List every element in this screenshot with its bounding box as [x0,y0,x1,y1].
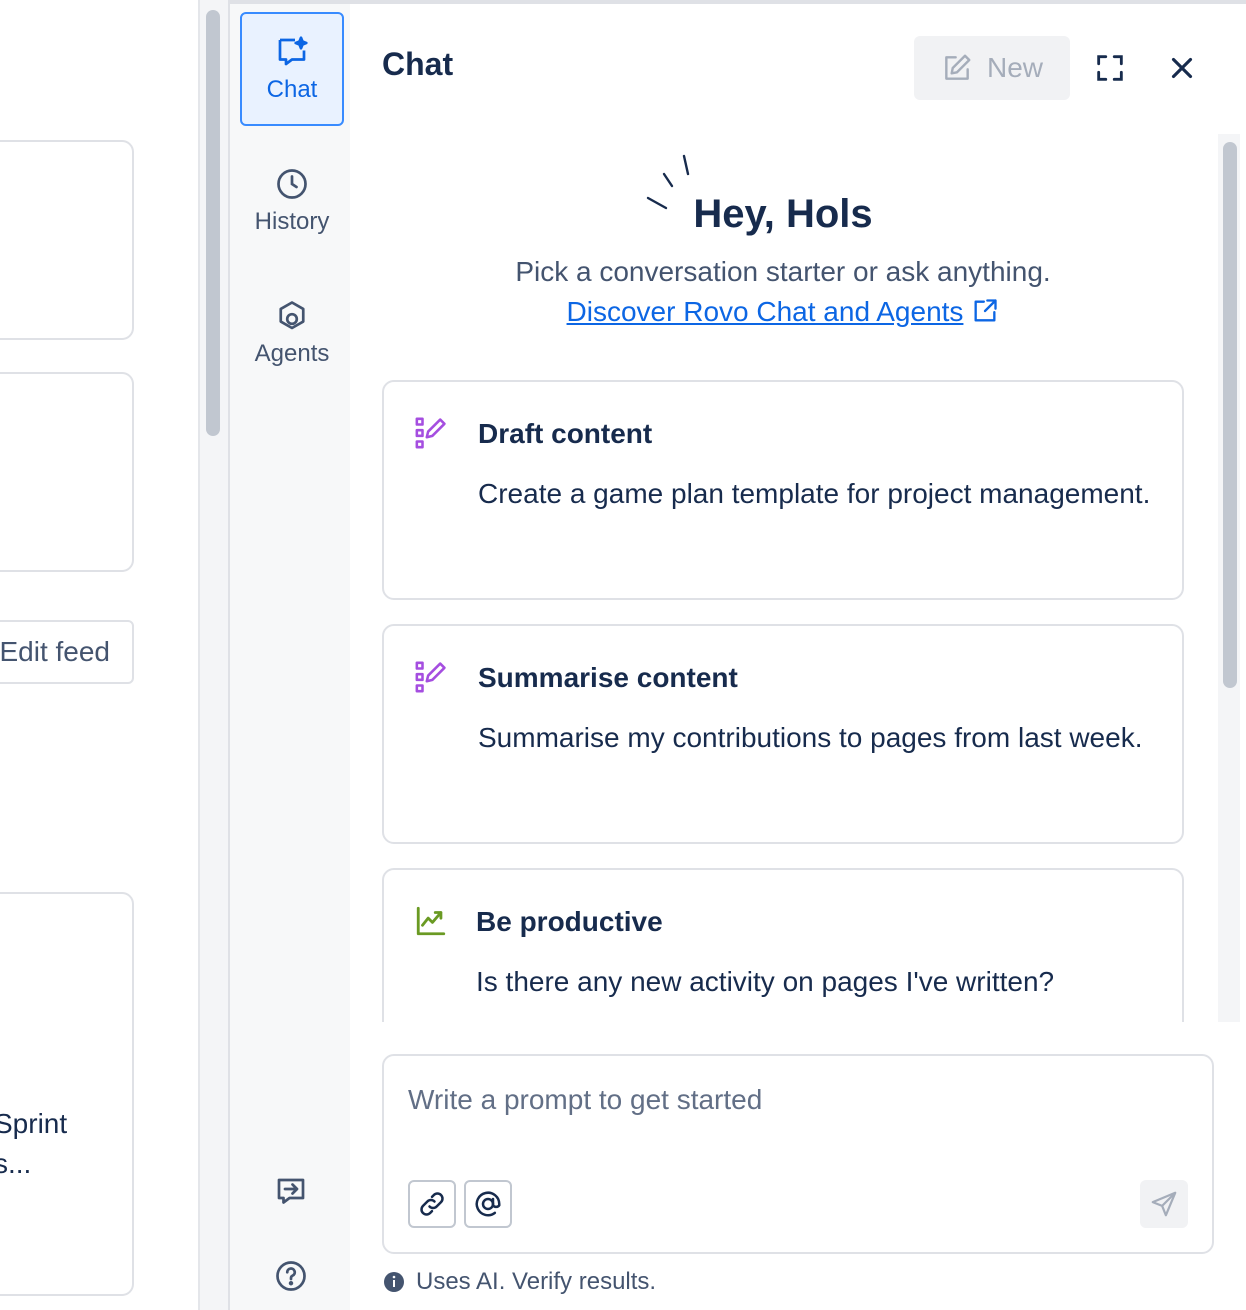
starter-title: Be productive [476,906,663,937]
starter-title: Draft content [478,418,653,449]
greeting-subtext: Pick a conversation starter or ask anyth… [515,256,1051,287]
info-icon [384,1272,404,1292]
expand-button[interactable] [1086,44,1134,92]
clock-icon [277,169,307,199]
disclaimer-text: Uses AI. Verify results. [416,1268,657,1295]
at-mention-icon [475,1191,501,1217]
expand-icon [1097,55,1123,81]
send-button[interactable] [1140,1180,1188,1228]
rail-item-history[interactable]: History [240,144,344,258]
rail-item-label: Chat [266,76,318,103]
edit-feed-button[interactable]: Edit feed [0,620,134,684]
rail-item-agents[interactable]: Agents [240,276,344,390]
draft-pencil-icon [415,661,446,693]
link-icon [420,1192,444,1216]
panel-title: Chat [382,46,454,82]
starter-description: Summarise my contributions to pages from… [478,722,1143,753]
background-card-text-line: Sprint [0,1108,68,1139]
help-icon[interactable] [273,1258,309,1294]
background-card [0,140,134,340]
chat-scroll-area[interactable]: Hey, Hols Pick a conversation starter or… [350,134,1246,1022]
chat-scrollbar-thumb[interactable] [1223,142,1237,688]
page-scrollbar-thumb[interactable] [206,10,220,436]
new-chat-button[interactable]: New [914,36,1070,100]
discover-link[interactable]: Discover Rovo Chat and Agents [382,296,1184,328]
background-card [0,892,134,1296]
rail-item-chat[interactable]: Chat [240,12,344,126]
background-card-text: Sprint s... [0,1104,67,1184]
background-page: Edit feed Sprint s... [0,0,200,1310]
starter-description: Is there any new activity on pages I've … [476,966,1055,997]
background-card [0,372,134,572]
greeting-heading: Hey, Hols [693,192,873,236]
trending-chart-icon [416,906,446,936]
background-card-text-line: s... [0,1148,32,1179]
new-chat-label: New [986,52,1043,83]
mention-button[interactable] [464,1180,512,1228]
starter-card-draft-content[interactable]: Draft content Create a game plan templat… [382,380,1184,600]
starter-card-summarise-content[interactable]: Summarise content Summarise my contribut… [382,624,1184,844]
rail-item-label: History [254,208,330,235]
prompt-box [382,1054,1214,1254]
chat-nav-rail: Chat History Agents [228,4,350,1310]
attach-link-button[interactable] [408,1180,456,1228]
send-icon [1151,1191,1177,1217]
discover-link-text: Discover Rovo Chat and Agents [566,296,964,327]
close-icon [1171,57,1193,79]
external-link-icon [974,299,998,322]
edit-icon [945,54,971,80]
starter-description: Create a game plan template for project … [478,478,1151,509]
starter-card-be-productive[interactable]: Be productive Is there any new activity … [382,868,1184,1022]
close-button[interactable] [1158,44,1206,92]
switch-to-panel-icon[interactable] [273,1174,309,1210]
ai-disclaimer: Uses AI. Verify results. [382,1268,656,1296]
starter-title: Summarise content [478,662,738,693]
draft-pencil-icon [415,417,446,449]
agents-icon [279,301,305,330]
chat-panel: Chat New Hey, Hols Pick a conversation s… [350,4,1246,1310]
chat-sparkle-icon [278,36,308,66]
prompt-input[interactable] [408,1078,1188,1122]
rail-item-label: Agents [254,340,330,367]
